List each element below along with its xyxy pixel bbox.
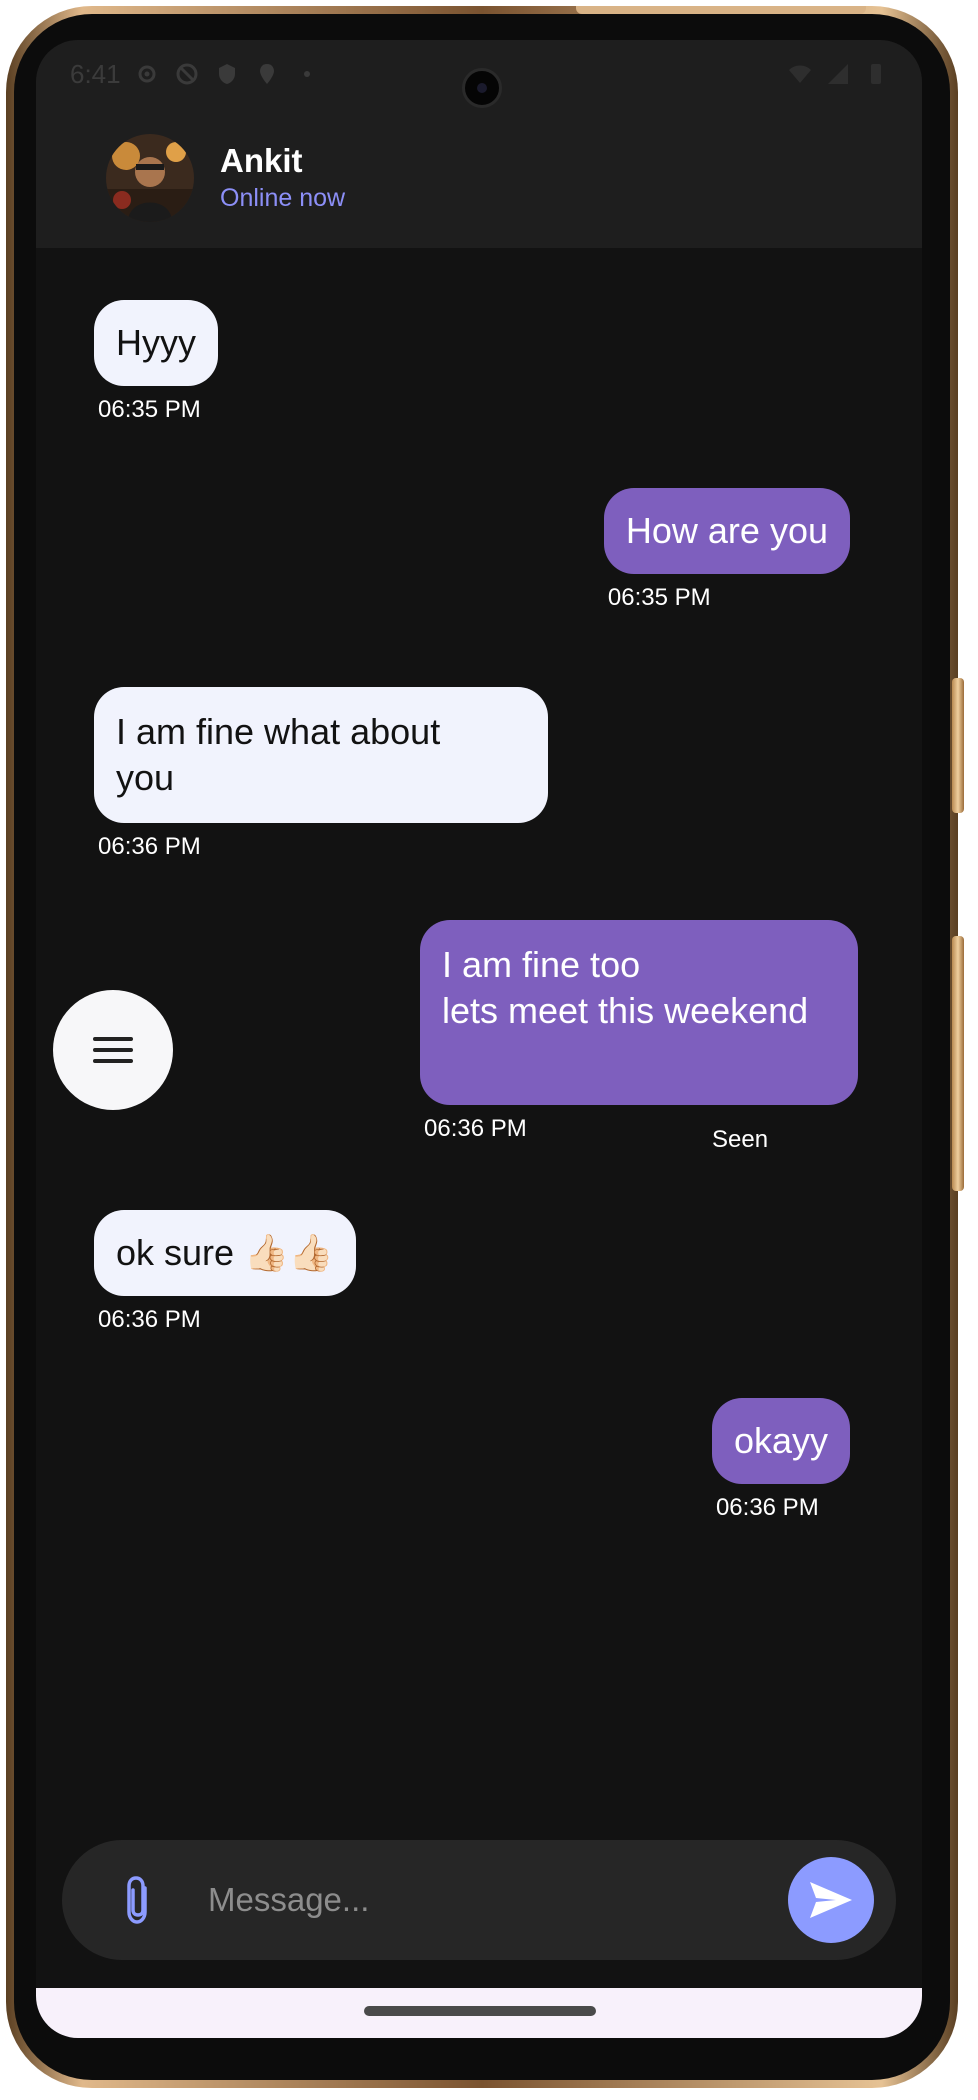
- message-bubble[interactable]: I am fine too lets meet this weekend: [420, 920, 858, 1105]
- signal-icon: [828, 64, 848, 84]
- location-icon: [259, 64, 274, 84]
- message-time: 06:36 PM: [715, 1494, 819, 1521]
- wifi-icon: [789, 65, 811, 83]
- message-outgoing: okayy 06:36 PM: [711, 1398, 850, 1522]
- avatar[interactable]: [106, 134, 194, 222]
- volume-button: [952, 936, 964, 1191]
- chat-screen: 6:41 Ankit Online now Hyyy 06:35 PM How …: [36, 40, 922, 2038]
- phone-top-edge: [576, 6, 866, 14]
- gear-icon: [138, 65, 156, 83]
- message-outgoing: I am fine too lets meet this weekend 06:…: [420, 920, 858, 1143]
- message-bubble[interactable]: Hyyy: [94, 300, 218, 386]
- message-outgoing: How are you 06:35 PM: [603, 488, 850, 612]
- menu-icon: [93, 1037, 133, 1063]
- send-button[interactable]: [788, 1857, 874, 1943]
- no-disturb-icon: [176, 63, 198, 85]
- message-incoming: Hyyy 06:35 PM: [94, 300, 218, 424]
- message-time: 06:35 PM: [607, 584, 711, 611]
- contact-name: Ankit: [220, 142, 303, 179]
- seen-status: Seen: [712, 1126, 769, 1153]
- message-time: 06:35 PM: [98, 396, 201, 423]
- dot-icon: [303, 71, 310, 77]
- attach-button[interactable]: [110, 1870, 166, 1930]
- front-camera: [462, 68, 502, 108]
- battery-icon: [871, 64, 881, 84]
- message-composer: [62, 1840, 896, 1960]
- send-icon: [810, 1882, 852, 1918]
- chat-header: Ankit Online now: [36, 108, 922, 248]
- paperclip-icon: [127, 1876, 147, 1924]
- contact-status: Online now: [220, 184, 346, 212]
- message-time: 06:36 PM: [98, 1306, 201, 1333]
- shield-icon: [218, 64, 235, 84]
- contact-info: Ankit Online now: [220, 141, 345, 215]
- home-indicator[interactable]: [364, 2006, 596, 2016]
- message-incoming: I am fine what about you 06:36 PM: [94, 687, 548, 861]
- message-bubble[interactable]: How are you: [603, 488, 850, 574]
- power-button: [952, 678, 964, 813]
- status-time: 6:41: [70, 58, 121, 89]
- message-incoming: ok sure 👍🏻👍🏻 06:36 PM: [94, 1210, 356, 1334]
- menu-button[interactable]: [53, 990, 173, 1110]
- navigation-bar: [36, 1988, 922, 2038]
- status-icons-right: [788, 62, 888, 86]
- message-bubble[interactable]: okayy: [711, 1398, 850, 1484]
- message-input[interactable]: [206, 1880, 788, 1920]
- message-time: 06:36 PM: [424, 1115, 527, 1142]
- avatar-photo: [106, 134, 194, 222]
- message-bubble[interactable]: I am fine what about you: [94, 687, 548, 823]
- message-time: 06:36 PM: [98, 833, 201, 860]
- status-icons: [135, 62, 319, 86]
- message-bubble[interactable]: ok sure 👍🏻👍🏻: [94, 1210, 356, 1296]
